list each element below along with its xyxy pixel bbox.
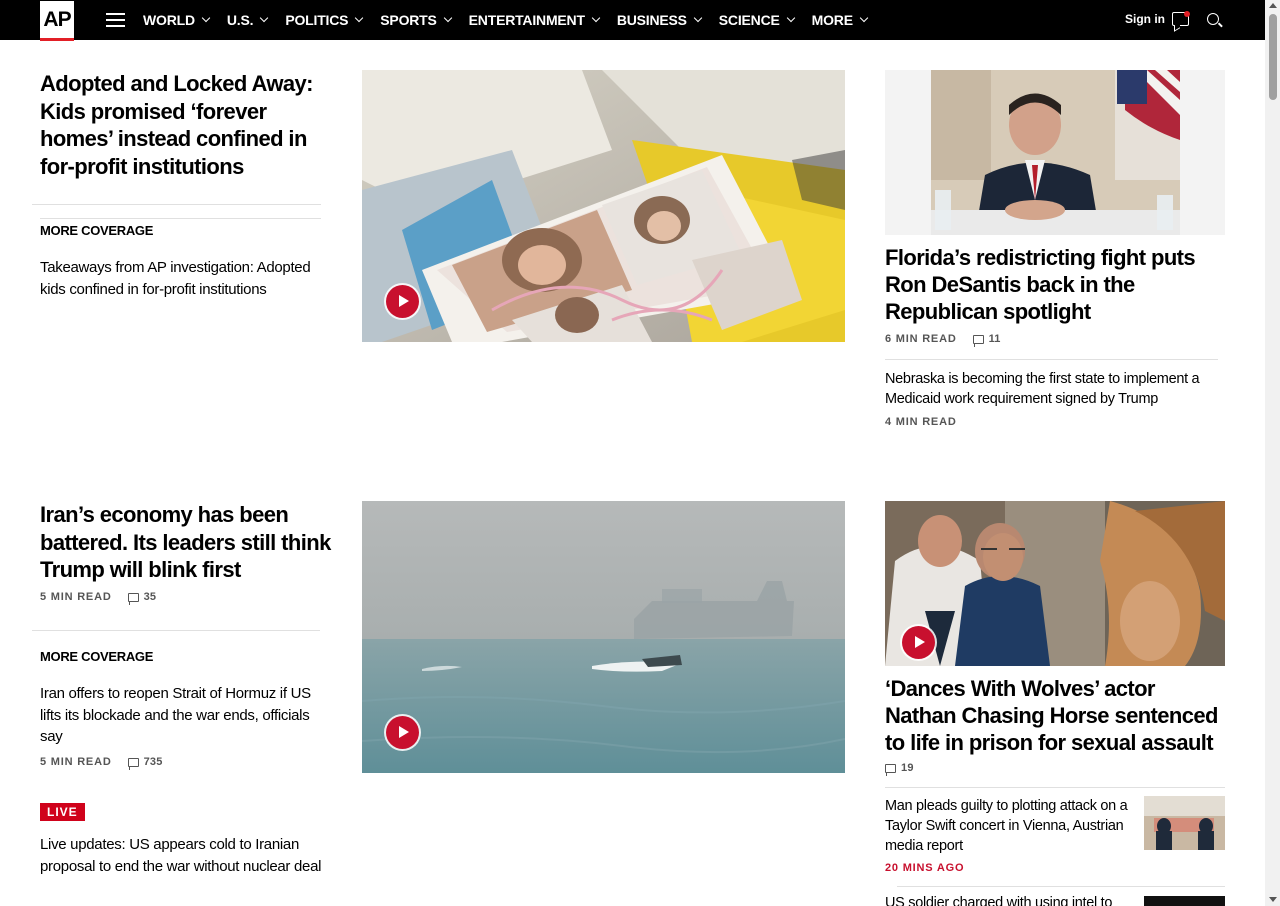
story3-related-link[interactable]: Iran offers to reopen Strait of Hormuz i…: [40, 683, 335, 748]
nav-label: SPORTS: [380, 12, 437, 28]
nav-item-business[interactable]: BUSINESS: [616, 12, 703, 28]
read-time: 5 MIN READ: [40, 591, 112, 603]
more-coverage-label: MORE COVERAGE: [40, 223, 154, 238]
story2-meta: 6 MIN READ 11: [885, 333, 1001, 347]
hamburger-menu-icon[interactable]: [106, 13, 125, 27]
comment-number: 19: [901, 762, 914, 774]
scroll-thumb[interactable]: [1269, 14, 1277, 100]
story3-related-meta: 5 MIN READ 735: [40, 756, 163, 770]
soldier-story-thumb[interactable]: [1144, 896, 1225, 906]
nav-label: ENTERTAINMENT: [468, 12, 585, 28]
story2-headline[interactable]: Florida’s redistricting fight puts Ron D…: [885, 244, 1215, 325]
comment-number: 11: [988, 333, 1001, 345]
notification-dot: [1184, 11, 1190, 17]
chevron-down-icon: [260, 13, 269, 23]
nav-label: POLITICS: [285, 12, 349, 28]
story4-headline[interactable]: ‘Dances With Wolves’ actor Nathan Chasin…: [885, 675, 1220, 756]
nav-item-world[interactable]: WORLD: [143, 12, 211, 28]
adoption-story-image[interactable]: [362, 70, 845, 342]
adoption-photo: [362, 70, 845, 342]
scroll-down-arrow-icon[interactable]: [1269, 897, 1277, 902]
story4-meta: 19: [885, 762, 914, 776]
comment-count[interactable]: 19: [885, 762, 914, 776]
nav-item-entertainment[interactable]: ENTERTAINMENT: [468, 12, 601, 28]
play-video-icon[interactable]: [386, 716, 419, 749]
nav-label: U.S.: [226, 12, 254, 28]
read-time: 6 MIN READ: [885, 333, 957, 345]
comment-icon: [127, 757, 139, 770]
desantis-photo: [885, 70, 1225, 235]
divider: [897, 886, 1225, 887]
comment-number: 735: [143, 756, 163, 768]
chevron-down-icon: [859, 13, 869, 23]
chevron-down-icon: [591, 13, 601, 23]
chevron-down-icon: [355, 13, 364, 23]
story1-related-link[interactable]: Takeaways from AP investigation: Adopted…: [40, 257, 335, 300]
time-ago: 20 MINS AGO: [885, 862, 965, 874]
comment-icon: [972, 334, 984, 347]
top-nav: AP WORLD U.S. POLITICS SPORTS ENTERTAINM…: [0, 0, 1265, 41]
comment-count[interactable]: 35: [127, 591, 157, 605]
ship-at-sea-photo: [362, 501, 845, 773]
sign-in-link[interactable]: Sign in: [1125, 12, 1165, 26]
nav-item-sports[interactable]: SPORTS: [380, 12, 452, 28]
chevron-down-icon: [443, 13, 452, 23]
divider: [885, 359, 1218, 360]
scrollbar[interactable]: [1265, 0, 1280, 906]
nav-item-more[interactable]: MORE: [811, 12, 869, 28]
story3-headline[interactable]: Iran’s economy has been battered. Its le…: [40, 501, 340, 584]
divider: [32, 204, 321, 205]
story3-meta: 5 MIN READ 35: [40, 591, 157, 605]
story1-headline[interactable]: Adopted and Locked Away: Kids promised ‘…: [40, 70, 340, 180]
search-icon[interactable]: [1207, 13, 1219, 25]
nav-label: WORLD: [143, 12, 195, 28]
nav-item-politics[interactable]: POLITICS: [285, 12, 364, 28]
chevron-down-icon: [693, 13, 703, 23]
nav-label: BUSINESS: [616, 12, 687, 28]
nav-item-science[interactable]: SCIENCE: [718, 12, 795, 28]
live-updates-link[interactable]: Live updates: US appears cold to Iranian…: [40, 834, 330, 877]
ap-logo[interactable]: AP: [40, 1, 74, 41]
hormuz-ship-image[interactable]: [362, 501, 845, 773]
story2-related-link[interactable]: Nebraska is becoming the first state to …: [885, 369, 1220, 409]
comment-count[interactable]: 735: [127, 756, 163, 770]
nav-label: MORE: [811, 12, 853, 28]
chevron-down-icon: [201, 13, 211, 23]
divider: [885, 787, 1225, 788]
chevron-down-icon: [786, 13, 795, 23]
comment-icon: [127, 592, 139, 605]
comment-number: 35: [143, 591, 157, 603]
courtroom-photo: [885, 501, 1225, 666]
nav-items: WORLD U.S. POLITICS SPORTS ENTERTAINMENT…: [143, 0, 885, 40]
more-coverage-label: MORE COVERAGE: [40, 649, 154, 664]
taylor-swift-thumb[interactable]: [1144, 796, 1225, 850]
comment-count[interactable]: 11: [972, 333, 1001, 347]
comment-icon: [885, 763, 896, 776]
nav-label: SCIENCE: [718, 12, 780, 28]
vienna-police-photo: [1144, 796, 1225, 850]
divider: [32, 630, 320, 631]
live-badge: LIVE: [40, 803, 85, 821]
play-video-icon[interactable]: [902, 626, 935, 659]
scroll-up-arrow-icon[interactable]: [1269, 3, 1277, 8]
chasing-horse-story-image[interactable]: [885, 501, 1225, 666]
story2-related-meta: 4 MIN READ: [885, 416, 957, 428]
story4-related2-link[interactable]: US soldier charged with using intel to: [885, 893, 1135, 906]
story4-related-link[interactable]: Man pleads guilty to plotting attack on …: [885, 796, 1135, 856]
nav-item-us[interactable]: U.S.: [226, 12, 269, 28]
story4-related-time: 20 MINS AGO: [885, 862, 964, 874]
play-video-icon[interactable]: [386, 285, 419, 318]
read-time: 4 MIN READ: [885, 416, 957, 428]
divider: [40, 218, 321, 219]
desantis-story-image[interactable]: [885, 70, 1225, 235]
read-time: 5 MIN READ: [40, 756, 112, 768]
